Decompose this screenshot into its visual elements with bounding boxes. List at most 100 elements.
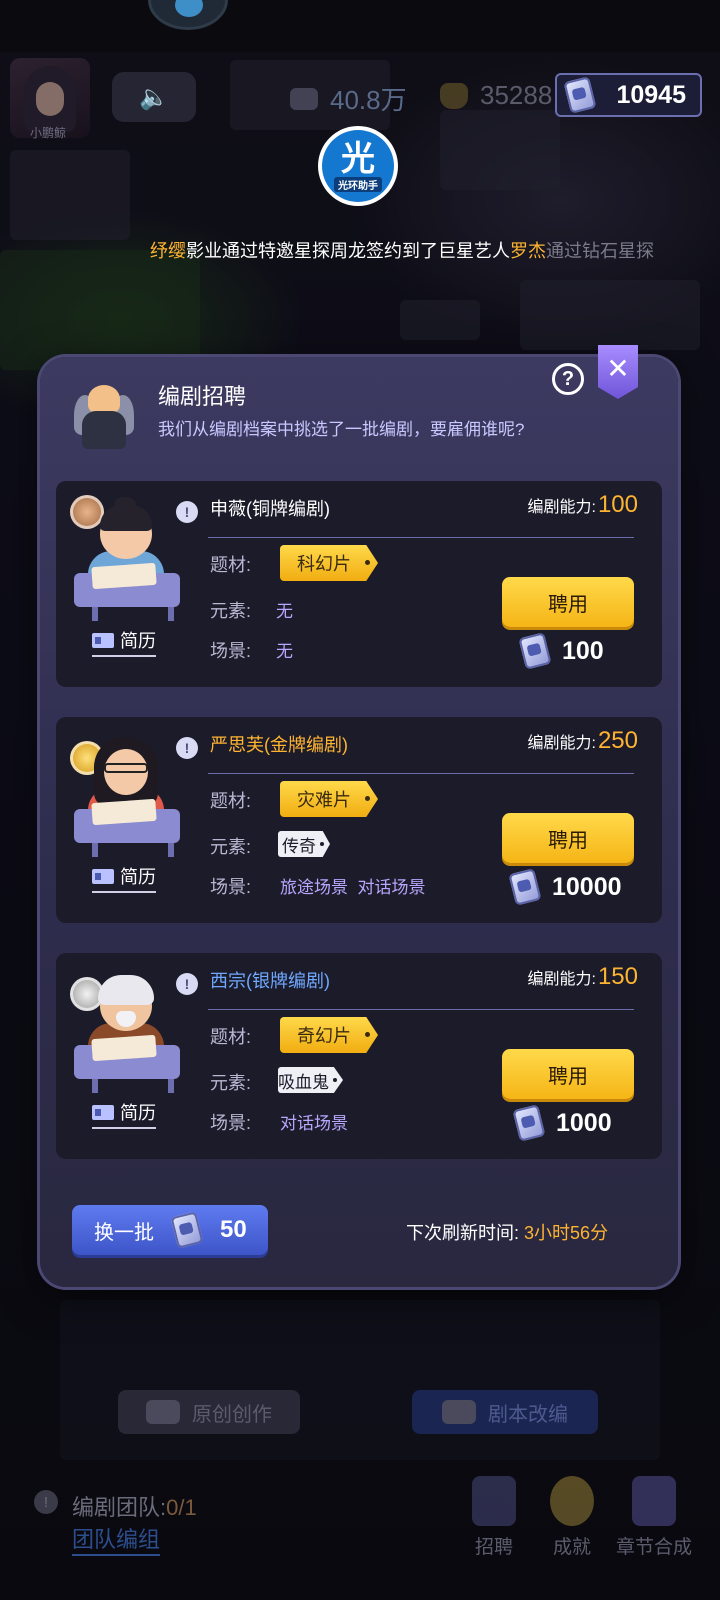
hire-button[interactable]: 聘用 [502,577,634,627]
original-create-button: 原创创作 [118,1390,300,1434]
nav-chapter-merge: 章节合成 [614,1476,694,1576]
achievement-icon [550,1476,594,1526]
lock-icon [146,1400,180,1424]
team-count: 0/1 [166,1495,197,1520]
book-icon [442,1400,476,1424]
writer-card: ! 简历 申薇(铜牌编剧) 编剧能力: 100 题材: 科幻片 元素: 无 场景… [56,481,662,687]
writer-portrait: ! [70,495,198,625]
genre-tag: 奇幻片 [280,1017,378,1053]
refresh-cost: 50 [220,1216,247,1243]
writer-card: ! 简历 严思芙(金牌编剧) 编剧能力: 250 题材: 灾难片 元素: 传奇 … [56,717,662,923]
info-button[interactable]: ! [176,973,198,995]
status-bar [0,0,720,52]
team-group-link: 团队编组 [72,1522,161,1556]
scene-label: 场景: [210,877,252,897]
nav-recruit: 招聘 [454,1476,534,1576]
ability-value: 100 [597,491,638,518]
refresh-label: 换一批 [94,1221,154,1244]
resume-label: 简历 [120,867,156,887]
close-icon: ✕ [606,352,630,384]
element-tag: 传奇 [278,831,330,857]
close-button[interactable]: ✕ [598,345,638,399]
ability-label: 编剧能力: [527,499,596,516]
writer-ability: 编剧能力: 150 [528,963,639,991]
divider [208,773,634,774]
writer-card: ! 简历 西宗(银牌编剧) 编剧能力: 150 题材: 奇幻片 元素: 吸血鬼 … [56,953,662,1159]
dialog-subtitle: 我们从编剧档案中挑选了一批编剧，要雇佣谁呢? [158,420,525,439]
writer-team-count: 编剧团队:0/1 [72,1490,197,1522]
dialog-title: 编剧招聘 [158,384,247,409]
id-card-icon [92,1104,114,1120]
gem-icon [170,1211,204,1249]
sound-button[interactable]: 🔈 [112,72,196,122]
hire-button[interactable]: 聘用 [502,813,634,863]
element-label: 元素: [210,837,252,857]
divider [208,537,634,538]
writer-name: 申薇(铜牌编剧) [210,499,330,519]
resume-link[interactable]: 简历 [92,1099,156,1129]
chapter-merge-icon [632,1476,676,1526]
genre-label: 题材: [210,555,252,575]
resume-label: 简历 [120,1103,156,1123]
scene-value: 旅途场景 对话场景 [280,878,426,897]
team-people-icon [66,385,142,451]
genre-label: 题材: [210,791,252,811]
money-icon [290,87,318,110]
cost-value: 1000 [556,1108,612,1137]
nav-achievement-label: 成就 [552,1537,591,1558]
hire-button[interactable]: 聘用 [502,1049,634,1099]
hire-cost: 10000 [508,867,642,907]
logo-text: 光环助手 [334,176,382,192]
gem-value: 10945 [616,81,686,109]
speaker-icon: 🔈 [139,83,169,111]
player-name: 小鹏鲸 [30,126,67,140]
coin-bag-icon [440,82,468,109]
id-card-icon [92,632,114,648]
ability-value: 250 [597,727,638,754]
info-button[interactable]: ! [176,501,198,523]
ticker-star: 罗杰 [510,241,546,261]
bronze-medal-icon [70,495,104,529]
element-tag: 吸血鬼 [278,1067,343,1093]
id-card-icon [92,868,114,884]
hire-cost: 100 [518,631,652,671]
original-create-label: 原创创作 [192,1403,272,1426]
element-value: 无 [276,602,293,621]
ability-label: 编剧能力: [527,735,596,752]
nav-recruit-label: 招聘 [474,1537,513,1558]
divider [208,1009,634,1010]
team-label: 编剧团队: [72,1495,167,1520]
resume-link[interactable]: 简历 [92,863,156,893]
ability-value: 150 [597,963,638,990]
cost-value: 10000 [552,872,622,901]
script-adapt-button: 剧本改编 [412,1390,598,1434]
scene-label: 场景: [210,641,252,661]
element-label: 元素: [210,1073,252,1093]
scene-value: 对话场景 [280,1114,348,1133]
writer-ability: 编剧能力: 100 [528,491,639,519]
refresh-batch-button[interactable]: 换一批 50 [72,1205,268,1255]
genre-tag: 灾难片 [280,781,378,817]
genre-tag: 科幻片 [280,545,378,581]
info-icon: ! [34,1490,58,1514]
ticker-company: 纾缨 [150,241,186,261]
news-ticker: 纾缨影业通过特邀星探周龙签约到了巨星艺人罗杰通过钻石星探 [150,237,662,267]
coin-value: 35288 [480,80,553,110]
element-label: 元素: [210,601,252,621]
help-button[interactable]: ? [552,363,584,395]
scene-value: 无 [276,642,293,661]
mascot-icon [148,0,228,30]
gem-counter[interactable]: 10945 [555,73,702,117]
info-button[interactable]: ! [176,737,198,759]
money-value: 40.8万 [330,85,407,115]
logo-glyph: 光 [341,138,375,179]
gem-icon [563,76,597,114]
recruit-icon [472,1476,516,1526]
cost-value: 100 [562,636,604,665]
scene-label: 场景: [210,1113,252,1133]
script-adapt-label: 剧本改编 [488,1403,568,1426]
gem-icon [518,632,552,670]
halo-assistant-logo[interactable]: 光 光环助手 [318,126,398,206]
resume-label: 简历 [120,631,156,651]
resume-link[interactable]: 简历 [92,627,156,657]
